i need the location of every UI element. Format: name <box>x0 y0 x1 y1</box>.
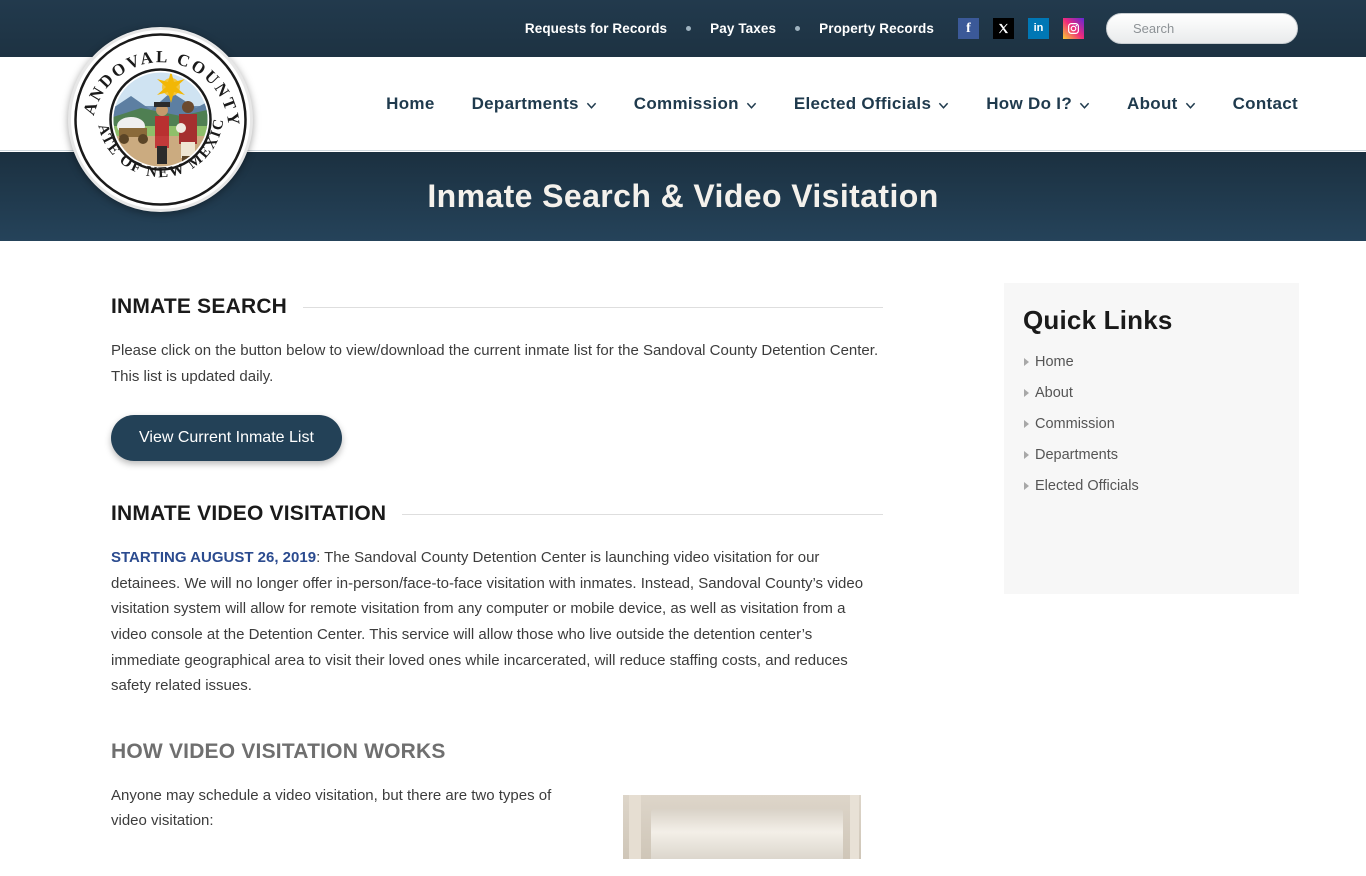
quick-links-sidebar: Quick Links Home About Commission Depart… <box>1004 283 1299 594</box>
quick-link-label: Departments <box>1035 447 1119 463</box>
quick-link-label: Home <box>1035 354 1074 370</box>
view-current-inmate-list-button[interactable]: View Current Inmate List <box>111 415 342 462</box>
triangle-bullet-icon <box>1024 358 1029 366</box>
instagram-icon[interactable] <box>1063 18 1084 39</box>
list-item: Home <box>1024 354 1299 370</box>
nav-item-commission[interactable]: Commission <box>634 94 757 114</box>
linkedin-icon[interactable]: in <box>1028 18 1049 39</box>
how-it-works-text: Anyone may schedule a video visitation, … <box>111 783 589 834</box>
quick-links-title: Quick Links <box>1023 305 1173 335</box>
triangle-bullet-icon <box>1024 451 1029 459</box>
main-column: INMATE SEARCH Please click on the button… <box>111 295 883 876</box>
list-item: Elected Officials <box>1024 478 1299 494</box>
top-link-pay-taxes[interactable]: Pay Taxes <box>708 21 778 36</box>
chevron-down-icon <box>938 100 949 111</box>
section-how-video-visitation-works: HOW VIDEO VISITATION WORKS Anyone may sc… <box>111 740 883 859</box>
photo-kiosk-panel <box>651 808 843 859</box>
video-visitation-kiosk-photo <box>623 794 861 859</box>
triangle-bullet-icon <box>1024 389 1029 397</box>
video-visitation-body-text: : The Sandoval County Detention Center i… <box>111 549 864 695</box>
photo-left-edge <box>629 794 641 859</box>
page-title: Inmate Search & Video Visitation <box>427 178 939 214</box>
video-visitation-paragraph: STARTING AUGUST 26, 2019: The Sandoval C… <box>111 545 883 699</box>
nav-label: Commission <box>633 94 739 113</box>
quick-link-commission[interactable]: Commission <box>1024 416 1299 432</box>
x-twitter-icon[interactable] <box>993 18 1014 39</box>
chevron-down-icon <box>746 100 757 111</box>
list-item: Commission <box>1024 416 1299 432</box>
section-inmate-search: INMATE SEARCH Please click on the button… <box>111 295 883 462</box>
nav-items: Home Departments Commission Elected Offi… <box>386 57 1298 151</box>
county-seal-logo[interactable]: SANDOVAL COUNTY STATE OF NEW MEXICO <box>68 27 253 212</box>
inmate-search-heading: INMATE SEARCH <box>111 295 288 318</box>
how-it-works-paragraph: Anyone may schedule a video visitation, … <box>111 786 552 830</box>
how-it-works-heading: HOW VIDEO VISITATION WORKS <box>111 739 446 763</box>
top-utility-bar-inner: Requests for Records Pay Taxes Property … <box>523 0 1298 57</box>
quick-links-list: Home About Commission Departments Electe… <box>1004 354 1299 494</box>
section-inmate-video-visitation: INMATE VIDEO VISITATION STARTING AUGUST … <box>111 502 883 699</box>
quick-link-departments[interactable]: Departments <box>1024 447 1299 463</box>
video-visitation-heading-row: INMATE VIDEO VISITATION <box>111 502 883 526</box>
nav-item-elected-officials[interactable]: Elected Officials <box>794 94 949 114</box>
facebook-icon[interactable]: f <box>958 18 979 39</box>
quick-link-about[interactable]: About <box>1024 385 1299 401</box>
heading-rule <box>402 513 883 515</box>
separator-dot-icon <box>686 26 692 31</box>
photo-right-edge <box>850 794 859 859</box>
nav-item-about[interactable]: About <box>1127 94 1196 114</box>
how-it-works-heading-row: HOW VIDEO VISITATION WORKS <box>111 740 883 764</box>
inmate-search-paragraph: Please click on the button below to view… <box>111 342 879 385</box>
nav-item-departments[interactable]: Departments <box>472 94 597 114</box>
nav-item-how-do-i[interactable]: How Do I? <box>986 94 1090 114</box>
quick-link-home[interactable]: Home <box>1024 354 1299 370</box>
chevron-down-icon <box>1185 100 1196 111</box>
nav-label: How Do I? <box>986 94 1073 113</box>
heading-rule <box>303 306 883 308</box>
nav-label: About <box>1127 94 1178 113</box>
chevron-down-icon <box>1079 100 1090 111</box>
search-input[interactable] <box>1106 13 1298 44</box>
starting-date-highlight: STARTING AUGUST 26, 2019 <box>111 549 317 567</box>
social-links: f in <box>958 18 1084 39</box>
quick-link-label: About <box>1035 385 1073 401</box>
list-item: Departments <box>1024 447 1299 463</box>
separator-dot-icon <box>795 26 801 31</box>
video-visitation-heading: INMATE VIDEO VISITATION <box>111 502 387 526</box>
triangle-bullet-icon <box>1024 420 1029 428</box>
top-link-requests-for-records[interactable]: Requests for Records <box>523 21 669 36</box>
chevron-down-icon <box>586 100 597 111</box>
quick-link-label: Elected Officials <box>1035 478 1139 494</box>
inmate-search-heading-row: INMATE SEARCH <box>111 295 883 319</box>
nav-item-contact[interactable]: Contact <box>1233 94 1298 114</box>
quick-link-elected-officials[interactable]: Elected Officials <box>1024 478 1299 494</box>
nav-label: Contact <box>1232 94 1298 113</box>
quick-link-label: Commission <box>1035 416 1115 432</box>
triangle-bullet-icon <box>1024 482 1029 490</box>
top-link-property-records[interactable]: Property Records <box>817 21 936 36</box>
nav-label: Home <box>386 94 435 113</box>
nav-item-home[interactable]: Home <box>386 94 434 114</box>
how-it-works-row: Anyone may schedule a video visitation, … <box>111 783 883 859</box>
nav-label: Elected Officials <box>793 94 932 113</box>
nav-label: Departments <box>471 94 579 113</box>
list-item: About <box>1024 385 1299 401</box>
county-seal-graphic: SANDOVAL COUNTY STATE OF NEW MEXICO <box>71 30 249 208</box>
